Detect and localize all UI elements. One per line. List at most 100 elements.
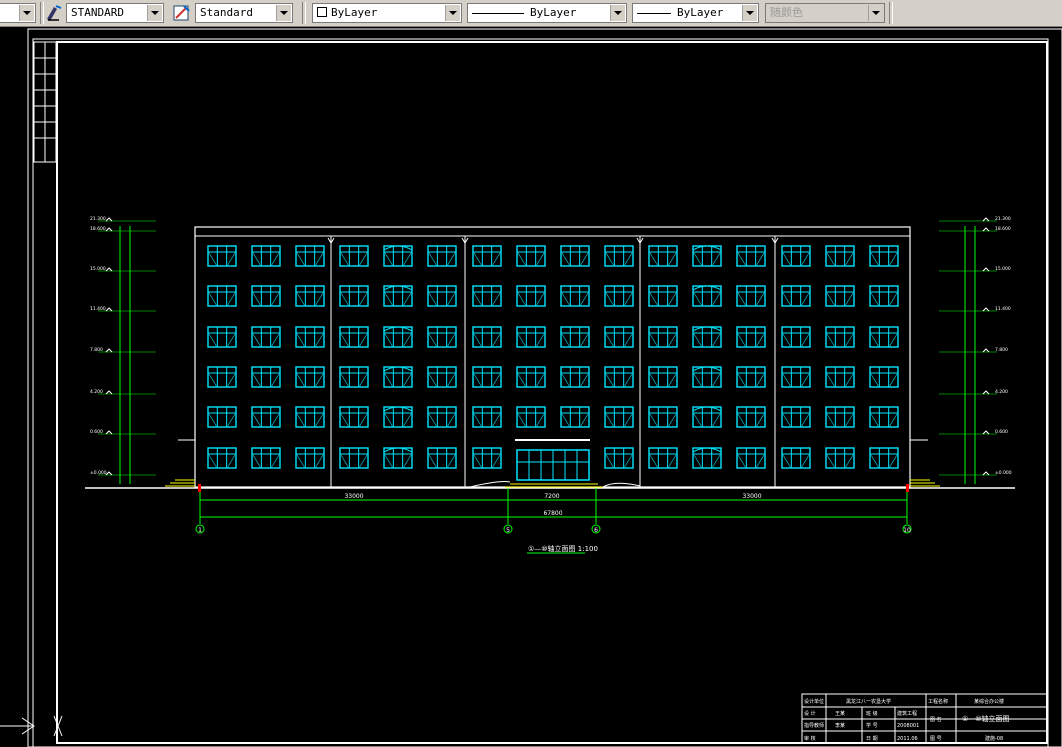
paper-border: [32, 38, 1049, 747]
window: [781, 245, 811, 267]
window: [648, 366, 678, 388]
color-swatch-icon: [317, 7, 327, 17]
window: [604, 447, 634, 469]
window: [472, 366, 502, 388]
dim-style-icon[interactable]: [172, 3, 192, 23]
window: [869, 326, 899, 348]
window: [825, 245, 855, 267]
window: [825, 406, 855, 428]
elevation-label: 15.000: [995, 266, 1011, 272]
drawing-canvas[interactable]: 21.300 18.600 15.000 11.400 7.800 4.200 0.600 ±…: [0, 27, 1062, 747]
axis-bubbles: 1 5 6 10: [195, 524, 912, 534]
window: [604, 406, 634, 428]
window: [251, 406, 281, 428]
window: [427, 406, 457, 428]
window: [648, 326, 678, 348]
window: [339, 285, 369, 307]
window: [560, 326, 590, 348]
window: [339, 366, 369, 388]
window: [736, 366, 766, 388]
window: [781, 326, 811, 348]
window: [781, 366, 811, 388]
window: [692, 447, 722, 469]
window: [251, 447, 281, 469]
window: [516, 366, 546, 388]
window: [560, 285, 590, 307]
tb-cell: 工程名称: [928, 698, 948, 705]
elev-triangle: [982, 390, 990, 395]
window: [560, 245, 590, 267]
chevron-down-icon[interactable]: [445, 5, 460, 21]
leading-combo-dropdown[interactable]: [0, 3, 36, 23]
binding-strip: [33, 41, 57, 163]
elevation-label: 21.300: [90, 216, 106, 222]
elev-triangle: [105, 267, 113, 272]
elev-triangle: [982, 267, 990, 272]
chevron-down-icon[interactable]: [276, 5, 291, 21]
paper-border-outer: [27, 28, 1062, 747]
window: [692, 366, 722, 388]
window: [472, 285, 502, 307]
text-style-icon[interactable]: [44, 3, 64, 23]
tb-cell: 某综合办公楼: [974, 698, 1004, 705]
window: [383, 245, 413, 267]
tb-cell: 图 号: [930, 736, 942, 742]
window: [825, 366, 855, 388]
elev-triangle: [982, 471, 990, 476]
elev-triangle: [982, 307, 990, 312]
chevron-down-icon[interactable]: [742, 5, 757, 21]
plot-style-combo: 随颜色: [765, 3, 885, 23]
window: [560, 406, 590, 428]
window: [207, 326, 237, 348]
color-combo[interactable]: ByLayer: [312, 3, 462, 23]
window: [604, 366, 634, 388]
window: [383, 447, 413, 469]
text-style-combo[interactable]: STANDARD: [66, 3, 164, 23]
tb-cell: 日 期: [866, 736, 878, 742]
title-block: [801, 693, 1048, 744]
window: [825, 447, 855, 469]
elev-triangle: [105, 430, 113, 435]
chevron-down-icon[interactable]: [19, 5, 34, 21]
window: [339, 326, 369, 348]
window: [736, 406, 766, 428]
elev-triangle: [982, 217, 990, 222]
linetype-sample-icon: [472, 12, 524, 14]
window: [427, 245, 457, 267]
elev-triangle: [105, 227, 113, 232]
elevation-label: 4.200: [995, 389, 1008, 395]
window: [207, 447, 237, 469]
elevation-marks-right: 21.300 18.600 15.000 11.400 7.800 4.200 0.600 ±…: [939, 216, 1012, 484]
dim-style-combo[interactable]: Standard: [195, 3, 293, 23]
window: [604, 326, 634, 348]
chevron-down-icon[interactable]: [610, 5, 625, 21]
properties-toolbar: STANDARD Standard ByLayer ByLayer ByLaye…: [0, 0, 1062, 27]
elevation-label: 15.000: [90, 266, 106, 272]
elevation-label: 11.400: [90, 306, 106, 312]
tb-cell: 李某: [835, 722, 845, 729]
tb-cell: 王某: [835, 711, 845, 717]
ucs-icon: [0, 715, 63, 737]
marker: [906, 484, 909, 492]
tb-cell: 2008001: [897, 723, 919, 729]
axis-label: 5: [506, 527, 510, 534]
chevron-down-icon[interactable]: [147, 5, 162, 21]
window: [648, 406, 678, 428]
window: [383, 406, 413, 428]
tb-cell: 设 计: [804, 710, 816, 717]
elevation-label: 0.600: [995, 429, 1008, 435]
entrance: [515, 439, 590, 481]
window: [251, 326, 281, 348]
lineweight-combo[interactable]: ByLayer: [632, 3, 759, 23]
window: [207, 245, 237, 267]
window: [472, 406, 502, 428]
dim-text-1: 33000: [344, 493, 363, 500]
elev-triangle: [982, 430, 990, 435]
linetype-combo[interactable]: ByLayer: [467, 3, 627, 23]
tb-cell: 2011.06: [897, 736, 918, 742]
elevation-label: 4.200: [90, 389, 103, 395]
window: [560, 366, 590, 388]
window: [648, 447, 678, 469]
window: [339, 447, 369, 469]
window: [825, 326, 855, 348]
